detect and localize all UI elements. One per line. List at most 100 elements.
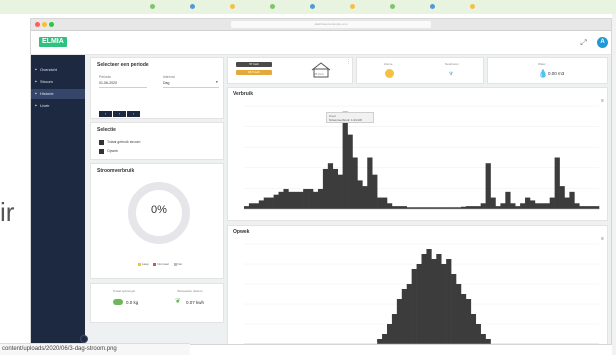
chart-bar[interactable] [386,203,393,209]
chart-bar[interactable] [500,203,506,209]
chart-bar[interactable] [446,259,452,344]
chart-bar[interactable] [268,197,274,209]
sidebar-item-stroom[interactable]: ▪ Stroom [31,77,85,87]
chart-bar[interactable] [559,186,565,209]
chart-bar[interactable] [485,339,491,344]
chart-bar[interactable] [337,174,343,209]
chart-bar[interactable] [529,200,536,209]
chart-bar[interactable] [544,203,550,209]
chart-bar[interactable] [332,168,338,209]
chart-bar[interactable] [426,249,432,344]
sidebar-item-overzicht[interactable]: ▪ Overzicht [31,65,85,75]
chart-bar[interactable] [465,206,472,209]
chart-bar[interactable] [386,324,393,344]
chart-bar[interactable] [391,314,398,344]
chart-bar[interactable] [480,203,486,209]
chart-bar[interactable] [313,191,319,209]
chart-bar[interactable] [589,206,595,209]
app-logo[interactable]: ELMIA [39,37,67,47]
chart-bar[interactable] [460,294,467,344]
chart-bar[interactable] [396,206,403,209]
chart-bar[interactable] [569,191,575,209]
prev-period-button[interactable]: ‹ [99,111,112,117]
chart-bar[interactable] [401,206,408,209]
chart-bar[interactable] [382,197,388,209]
chart-bar[interactable] [367,157,373,210]
chart-bar[interactable] [584,206,590,209]
chart-bar[interactable] [377,197,383,209]
chart-bar[interactable] [436,207,442,209]
maximize-window-icon[interactable] [49,22,54,27]
chart-bar[interactable] [525,197,531,209]
chart-bar[interactable] [549,197,555,209]
chart-bar[interactable] [470,314,477,344]
chart-bar[interactable] [416,207,422,209]
chart-bar[interactable] [303,188,309,209]
avatar[interactable]: A [597,37,608,48]
checkbox-opwek[interactable] [99,149,104,154]
more-icon[interactable]: ⋮ [346,59,351,65]
chart-bar[interactable] [253,203,260,209]
chart-bar[interactable] [421,254,427,344]
chart-bar[interactable] [411,207,417,209]
chart-bar[interactable] [579,206,585,209]
chart-bar[interactable] [396,299,403,344]
url-bar[interactable]: dashboard.example.com [231,21,431,28]
chart-bar[interactable] [372,174,378,209]
chart-bar[interactable] [288,191,294,209]
chart-bar[interactable] [416,264,422,344]
chart-bar[interactable] [362,186,368,209]
expand-icon[interactable]: ⤢ [579,38,588,47]
chart-bar[interactable] [327,163,334,209]
chart-bar[interactable] [515,206,521,209]
chart-bar[interactable] [342,111,348,209]
chart-bar[interactable] [322,168,329,209]
chart-bar[interactable] [352,157,358,210]
chart-bar[interactable] [441,207,447,209]
chart-bar[interactable] [317,188,324,209]
chart-bar[interactable] [401,289,408,344]
chart-bar[interactable] [391,206,398,209]
chart-bar[interactable] [258,200,265,209]
chart-bar[interactable] [554,157,560,210]
chart-bar[interactable] [347,134,353,209]
chart-bar[interactable] [273,194,279,209]
chart-bar[interactable] [475,324,481,344]
chart-bar[interactable] [534,203,541,209]
chart-bar[interactable] [505,191,511,209]
help-button[interactable] [80,335,88,343]
chart-bar[interactable] [490,197,496,209]
checkbox-total[interactable] [99,140,104,145]
chart-bar[interactable] [456,207,462,209]
chart-bar[interactable] [298,191,304,209]
chart-bar[interactable] [406,207,412,209]
minimize-window-icon[interactable] [42,22,47,27]
chart-bar[interactable] [480,334,486,344]
sidebar-item-live[interactable]: ▪ Liveir [31,101,85,111]
chart-bar[interactable] [308,188,314,209]
chevron-down-icon[interactable]: ▾ [216,80,218,84]
sidebar-item-historie[interactable]: ▪ Historie [31,89,85,99]
chart-bar[interactable] [460,206,467,209]
chart-bar[interactable] [475,206,481,209]
chart-bar[interactable] [451,207,457,209]
chart-bar[interactable] [431,259,437,344]
chart-bar[interactable] [470,206,477,209]
chart-bar[interactable] [456,284,462,344]
chart-bar[interactable] [248,203,255,209]
next-period-button[interactable]: › [127,111,140,117]
chart-bar[interactable] [278,191,284,209]
chart-bar[interactable] [539,203,546,209]
chart-bar[interactable] [436,254,442,344]
chart-bar[interactable] [446,207,452,209]
chart-bar[interactable] [263,197,269,209]
chart-bar[interactable] [244,206,250,209]
chart-bar[interactable] [594,206,600,209]
chart-bar[interactable] [495,206,501,209]
chart-bar[interactable] [485,163,491,209]
chart-bar[interactable] [377,339,383,344]
chart-bar[interactable] [283,188,289,209]
chart-bar[interactable] [357,180,363,209]
chart-bar[interactable] [465,299,472,344]
period-value[interactable]: 01-06-2020 [99,81,117,85]
